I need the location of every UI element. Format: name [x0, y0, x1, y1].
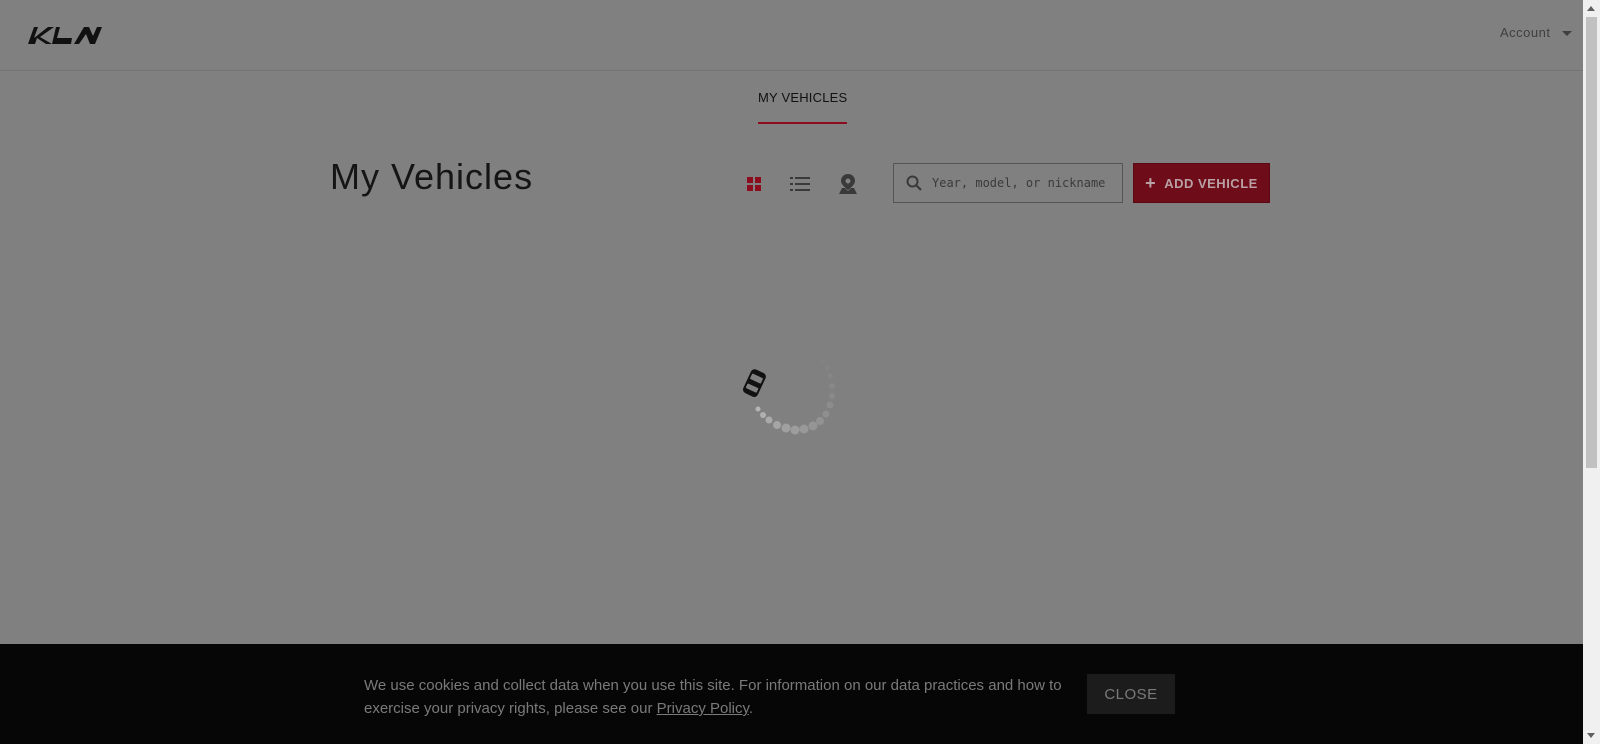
chevron-down-icon — [1562, 31, 1573, 36]
cookie-suffix: . — [748, 700, 754, 717]
scroll-down-icon[interactable] — [1587, 733, 1595, 738]
scroll-up-icon[interactable] — [1587, 6, 1595, 11]
vehicle-search[interactable] — [893, 163, 1123, 203]
site-header: Account — [0, 0, 1583, 71]
list-view-button[interactable] — [788, 172, 812, 196]
grid-view-icon — [747, 177, 761, 191]
plus-icon: + — [1145, 173, 1157, 193]
tab-my-vehicles-label[interactable]: MY VEHICLES — [758, 90, 847, 105]
list-view-icon — [790, 177, 810, 191]
car-icon — [742, 369, 766, 397]
scroll-thumb[interactable] — [1586, 17, 1597, 468]
grid-view-button[interactable] — [742, 172, 766, 196]
privacy-policy-link[interactable]: Privacy Policy — [657, 700, 749, 717]
cookie-message: We use cookies and collect data when you… — [364, 674, 1064, 720]
search-input[interactable] — [932, 176, 1112, 190]
add-vehicle-label: ADD VEHICLE — [1164, 175, 1258, 191]
tab-my-vehicles[interactable]: MY VEHICLES — [758, 90, 848, 124]
add-vehicle-button[interactable]: + ADD VEHICLE — [1133, 163, 1270, 203]
account-menu[interactable]: Account — [1500, 25, 1573, 40]
scrollbar[interactable] — [1583, 0, 1600, 744]
map-pin-icon — [839, 174, 857, 194]
map-view-button[interactable] — [836, 172, 860, 196]
loading-spinner — [742, 359, 835, 435]
kia-logo[interactable] — [26, 24, 104, 46]
close-cookie-button[interactable]: CLOSE — [1087, 674, 1175, 714]
cookie-banner: We use cookies and collect data when you… — [0, 644, 1583, 744]
search-icon — [906, 175, 922, 191]
account-label: Account — [1500, 25, 1551, 40]
page-title: My Vehicles — [330, 156, 534, 197]
